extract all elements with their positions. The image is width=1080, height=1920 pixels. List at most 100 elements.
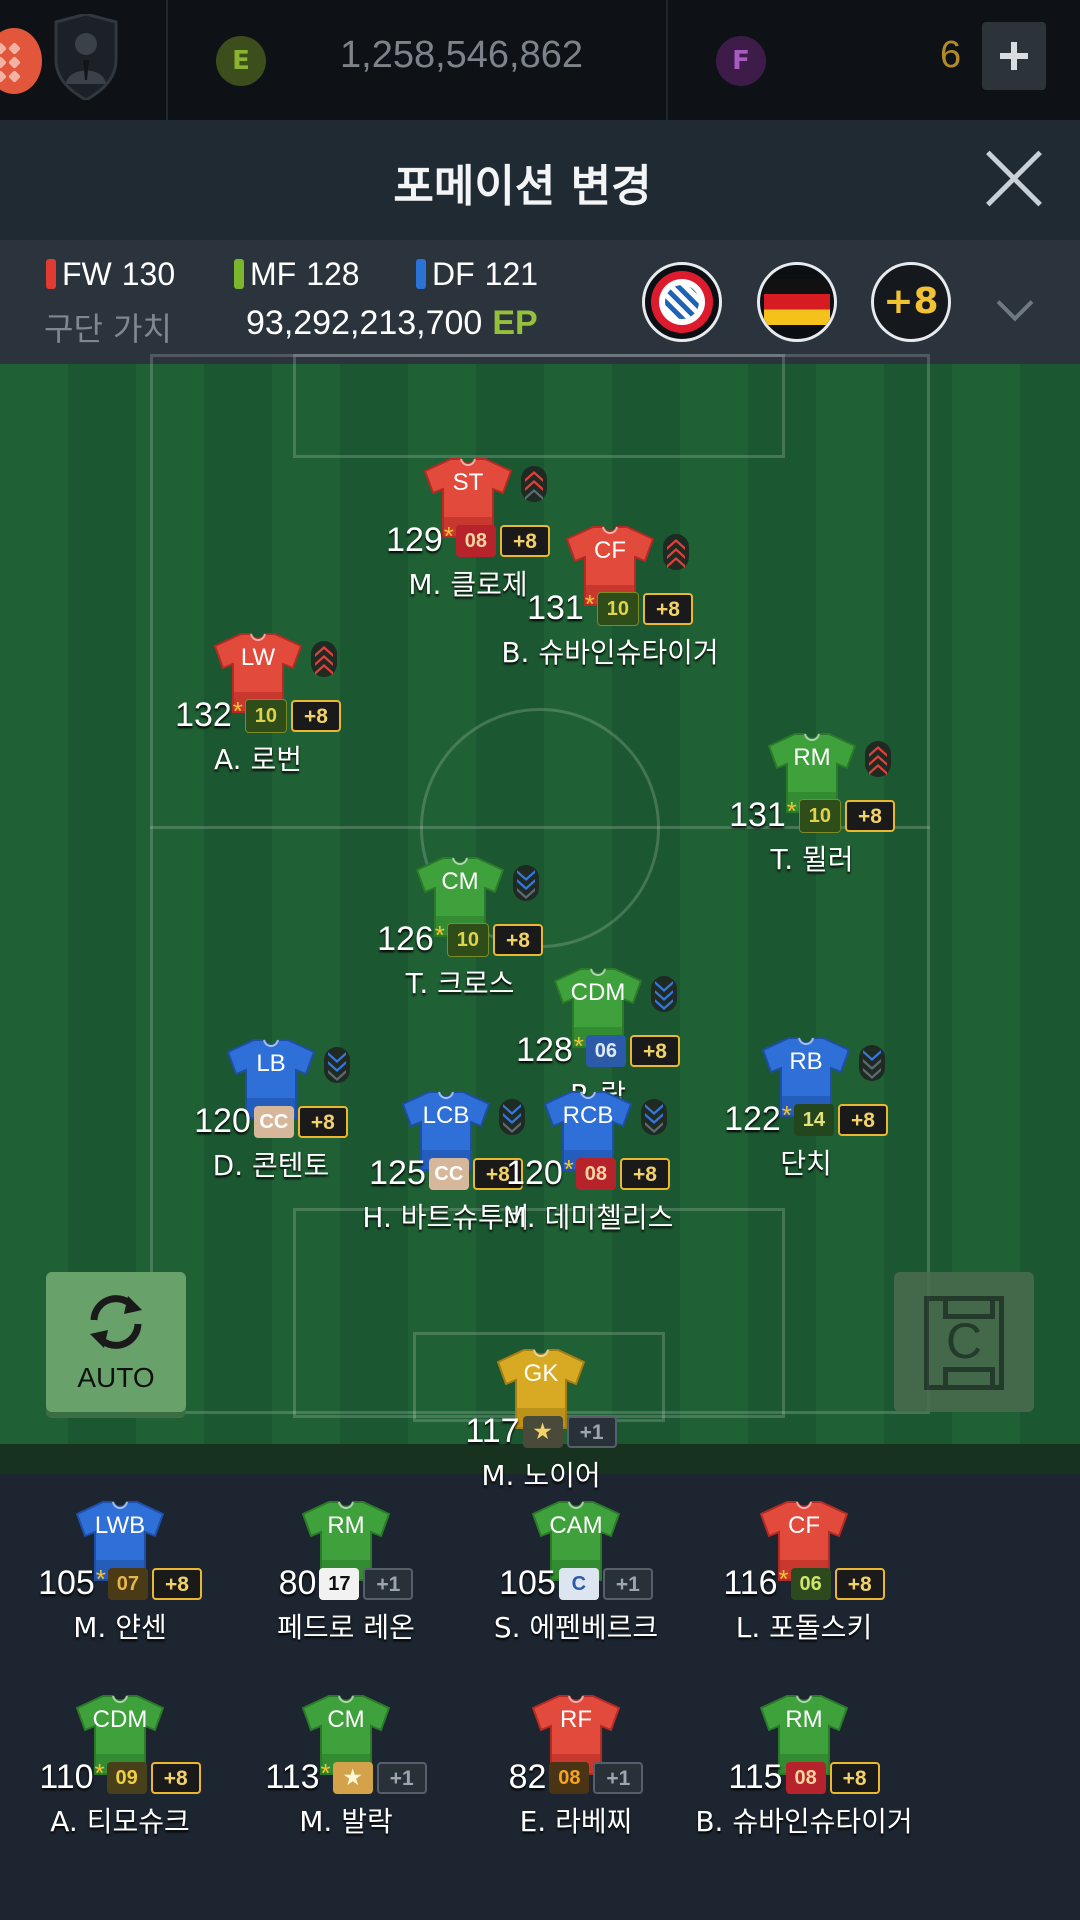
- enhance-level-badge: +8: [642, 592, 693, 625]
- player-rating-row: 122* 14 +8: [686, 1100, 926, 1139]
- nation-flag-icon[interactable]: [757, 262, 837, 342]
- chemistry-icon: [663, 534, 689, 570]
- player-position: CM: [441, 868, 479, 895]
- main-menu-button[interactable]: [0, 28, 42, 94]
- star-mark: *: [778, 1564, 789, 1594]
- chemistry-icon: [324, 1047, 350, 1083]
- close-icon[interactable]: [985, 150, 1043, 208]
- chemistry-icon: [865, 741, 891, 777]
- chemistry-icon: [311, 641, 337, 677]
- bench-player-card[interactable]: CDM 110* 09 +8 A. 티모슈크: [0, 1694, 240, 1854]
- player-ovr: 132: [175, 696, 232, 734]
- mf-value: 128: [306, 256, 360, 292]
- lineup-player-card[interactable]: GK 117 ★ +1 M. 노이어: [421, 1348, 661, 1508]
- enhance-level-badge: +8: [834, 1567, 885, 1600]
- player-position: ST: [452, 469, 484, 496]
- chemistry-icon: [859, 1045, 885, 1081]
- player-name: M. 노이어: [481, 1459, 601, 1492]
- lineup-player-card[interactable]: LW 132* 10 +8 A. 로번: [138, 632, 378, 792]
- e-currency-amount: 1,258,546,862: [340, 34, 584, 76]
- bench-player-card[interactable]: LWB 105* 07 +8 M. 얀센: [0, 1500, 240, 1660]
- player-name: A. 로번: [214, 743, 302, 776]
- player-ovr: 126: [377, 920, 434, 958]
- fw-label: FW: [62, 256, 112, 292]
- player-position: CAM: [549, 1512, 603, 1539]
- bench-player-card[interactable]: RF 82 08 +1 E. 라베찌: [456, 1694, 696, 1854]
- bench-player-card[interactable]: CF 116* 06 +8 L. 포돌스키: [684, 1500, 924, 1660]
- player-name: M. 발락: [299, 1805, 393, 1838]
- player-rating-row: 132* 10 +8: [138, 696, 378, 735]
- star-mark: *: [232, 696, 243, 726]
- season-badge: CC: [253, 1105, 294, 1138]
- player-ovr: 131: [527, 589, 584, 627]
- player-position: CM: [327, 1706, 365, 1733]
- enhance-level-badge: +1: [376, 1761, 427, 1794]
- player-position: CDM: [570, 979, 626, 1006]
- player-rating-row: 131* 10 +8: [692, 796, 932, 835]
- lineup-player-card[interactable]: RCB 120* 08 +8 M. 데미첼리스: [468, 1090, 708, 1250]
- player-ovr: 105: [499, 1564, 556, 1602]
- player-ovr: 105: [38, 1564, 95, 1602]
- player-ovr: 131: [729, 796, 786, 834]
- player-rating-row: 117 ★ +1: [421, 1412, 661, 1451]
- auto-button[interactable]: AUTO: [46, 1272, 186, 1412]
- lineup-player-card[interactable]: RB 122* 14 +8 단치: [686, 1036, 926, 1196]
- player-ovr: 129: [386, 521, 443, 559]
- player-name: E. 라베찌: [519, 1805, 633, 1838]
- enhance-boost-badge[interactable]: +8: [871, 262, 951, 342]
- bench-player-card[interactable]: RM 80 17 +1 페드로 레온: [226, 1500, 466, 1660]
- bench-player-card[interactable]: CAM 105 C +1 S. 에펜베르크: [456, 1500, 696, 1660]
- enhance-level-badge: +8: [629, 1034, 680, 1067]
- player-name: M. 데미첼리스: [502, 1201, 674, 1234]
- enhance-level-badge: +1: [566, 1415, 617, 1448]
- currency-bar: E 1,258,546,862 F 6: [0, 0, 1080, 120]
- df-label: DF: [432, 256, 475, 292]
- player-position: RM: [793, 744, 831, 771]
- lineup-player-card[interactable]: CF 131* 10 +8 B. 슈바인슈타이거: [490, 525, 730, 685]
- lineup-player-card[interactable]: RM 131* 10 +8 T. 뮐러: [692, 732, 932, 892]
- df-value: 121: [484, 256, 539, 292]
- season-badge: ★: [332, 1761, 373, 1794]
- bench-player-card[interactable]: RM 115 08 +8 B. 슈바인슈타이거: [684, 1694, 924, 1854]
- season-badge: 10: [446, 922, 489, 957]
- f-currency-amount: 6: [940, 34, 962, 76]
- player-name: B. 슈바인슈타이거: [695, 1805, 913, 1838]
- enhance-level-badge: +8: [829, 1761, 880, 1794]
- player-position: CDM: [92, 1706, 148, 1733]
- player-ovr: 82: [508, 1758, 547, 1796]
- player-ovr: 120: [506, 1154, 563, 1192]
- captain-button[interactable]: C: [894, 1272, 1034, 1412]
- player-rating-row: 105 C +1: [456, 1564, 696, 1603]
- enhance-level-badge: +8: [844, 799, 895, 832]
- player-position: CF: [594, 537, 626, 564]
- player-name: 페드로 레온: [277, 1611, 415, 1644]
- enhance-level-badge: +8: [492, 923, 543, 956]
- title-bar: 포메이션 변경: [0, 120, 1080, 240]
- player-position: LB: [256, 1050, 286, 1077]
- team-value-label: 구단 가치: [44, 310, 172, 348]
- player-ovr: 122: [724, 1100, 781, 1138]
- season-badge: 14: [793, 1103, 834, 1136]
- df-color-bar: [416, 259, 426, 289]
- e-currency-icon: E: [216, 36, 266, 86]
- team-value: 93,292,213,700 EP: [246, 304, 538, 343]
- top-penalty-box: [293, 354, 785, 458]
- club-badge-icon[interactable]: [642, 262, 722, 342]
- player-rating-row: 126* 10 +8: [340, 920, 580, 959]
- player-ovr: 117: [465, 1412, 520, 1450]
- enhance-level-badge: +8: [290, 699, 341, 732]
- player-position: RCB: [562, 1102, 614, 1129]
- player-ovr: 110: [39, 1758, 94, 1796]
- df-stat: DF 121: [416, 256, 538, 293]
- bench-player-card[interactable]: CM 113* ★ +1 M. 발락: [226, 1694, 466, 1854]
- enhance-level-badge: +8: [837, 1103, 888, 1136]
- mf-stat: MF 128: [234, 256, 360, 293]
- manager-profile-icon[interactable]: [50, 14, 122, 100]
- season-badge: 06: [790, 1567, 831, 1600]
- player-name: L. 포돌스키: [735, 1611, 873, 1644]
- player-position: GK: [523, 1360, 559, 1387]
- season-badge: 08: [575, 1157, 616, 1190]
- enhance-level-badge: +8: [150, 1761, 201, 1794]
- add-currency-button[interactable]: [982, 22, 1046, 90]
- auto-label: AUTO: [77, 1362, 155, 1393]
